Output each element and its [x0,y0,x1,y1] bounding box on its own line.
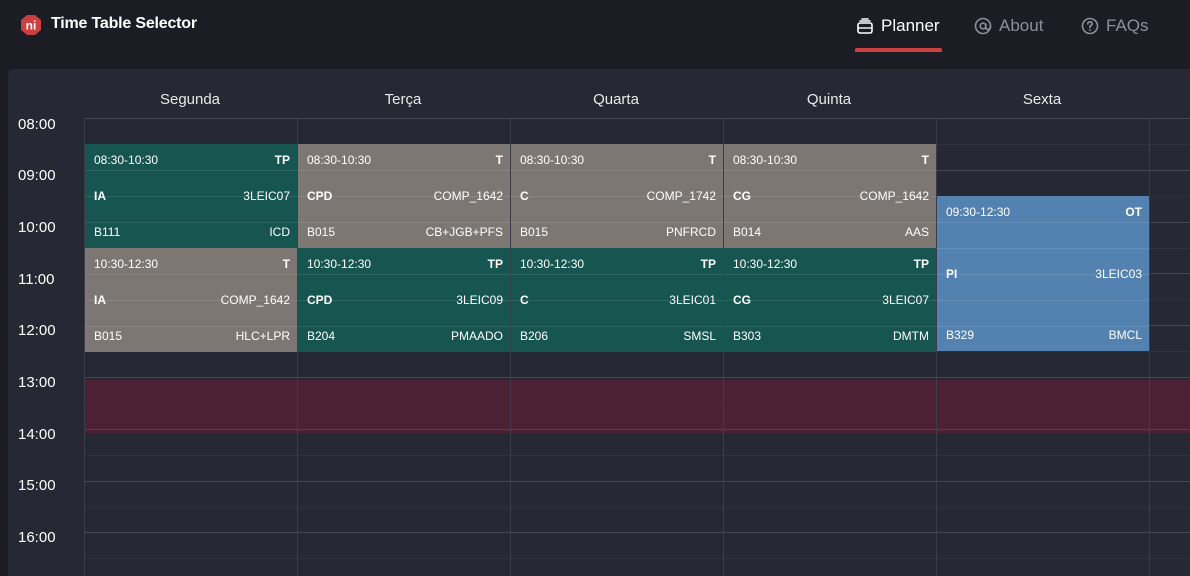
block-separator [724,222,936,223]
block-separator [937,222,1149,223]
block-separator [511,222,723,223]
block-separator [511,170,723,171]
class-block[interactable]: 08:30-10:30 TP IA 3LEIC07 B111 ICD [85,144,297,248]
block-separator [724,300,936,301]
block-separator [85,326,297,327]
block-separator [85,196,297,197]
block-separator [511,300,723,301]
time-label-0900: 09:00 [18,167,56,184]
block-separator [937,274,1149,275]
time-label-1000: 10:00 [18,219,56,236]
lunch-break-band [84,380,1190,433]
block-separator [298,170,510,171]
time-label-1300: 13:00 [18,374,56,391]
block-separator [298,326,510,327]
class-block[interactable]: 10:30-12:30 TP CPD 3LEIC09 B204 PMAADO [298,248,510,352]
block-separator [724,196,936,197]
planner-icon [857,18,873,34]
app-logo-text: ni [26,19,37,33]
time-label-1600: 16:00 [18,529,56,546]
class-block[interactable]: 09:30-12:30 OT PI 3LEIC03 B329 BMCL [937,196,1149,351]
grid-hline [84,455,1190,456]
day-header-quinta: Quinta [806,91,852,108]
block-separator [511,196,723,197]
grid-hline [84,118,1190,119]
block-separator [724,274,936,275]
app-title[interactable]: Time Table Selector [51,15,197,33]
block-separator [298,274,510,275]
day-header-segunda: Segunda [159,91,221,108]
class-block[interactable]: 08:30-10:30 T CPD COMP_1642 B015 CB+JGB+PFS [298,144,510,248]
nav-faqs-label: FAQs [1106,16,1149,35]
grid-hline [84,558,1190,559]
block-separator [85,222,297,223]
block-separator [937,326,1149,327]
grid-hline [84,403,1190,404]
block-separator [724,170,936,171]
active-tab-indicator [855,48,942,52]
block-separator [298,196,510,197]
time-label-1200: 12:00 [18,322,56,339]
at-sign-icon [974,17,992,35]
grid-hline [84,429,1190,430]
nav-about-label: About [999,16,1044,35]
time-label-0800: 08:00 [18,116,56,133]
time-label-1400: 14:00 [18,426,56,443]
block-separator [937,248,1149,249]
grid-hline [84,532,1190,533]
block-separator [85,274,297,275]
block-separator [724,326,936,327]
question-circle-icon [1081,17,1099,35]
block-separator [298,222,510,223]
grid-hline [84,377,1190,378]
class-block[interactable]: 10:30-12:30 TP CG 3LEIC07 B303 DMTM [724,248,936,352]
class-block[interactable]: 10:30-12:30 TP C 3LEIC01 B206 SMSL [511,248,723,352]
time-label-1500: 15:00 [18,477,56,494]
top-navbar: ni Time Table Selector Planner About FAQ… [0,0,1190,52]
nav-faqs-link[interactable]: FAQs [1081,14,1149,38]
day-header-sexta: Sexta [1022,91,1062,108]
app-logo[interactable]: ni [20,14,42,36]
block-separator [85,170,297,171]
block-separator [298,300,510,301]
grid-vline [1149,118,1150,576]
day-header-quarta: Quarta [593,91,639,108]
class-block[interactable]: 08:30-10:30 T C COMP_1742 B015 PNFRCD [511,144,723,248]
nav-planner-link[interactable]: Planner [856,14,940,38]
class-block[interactable]: 10:30-12:30 T IA COMP_1642 B015 HLC+LPR [85,248,297,352]
day-header-terca: Terça [384,91,422,108]
block-separator [85,300,297,301]
block-separator [937,300,1149,301]
nav-planner-label: Planner [881,16,940,35]
nav-about-link[interactable]: About [974,14,1043,38]
class-block[interactable]: 08:30-10:30 T CG COMP_1642 B014 AAS [724,144,936,248]
block-separator [511,326,723,327]
time-label-1100: 11:00 [18,271,55,288]
grid-hline [84,481,1190,482]
grid-hline [84,507,1190,508]
block-separator [511,274,723,275]
